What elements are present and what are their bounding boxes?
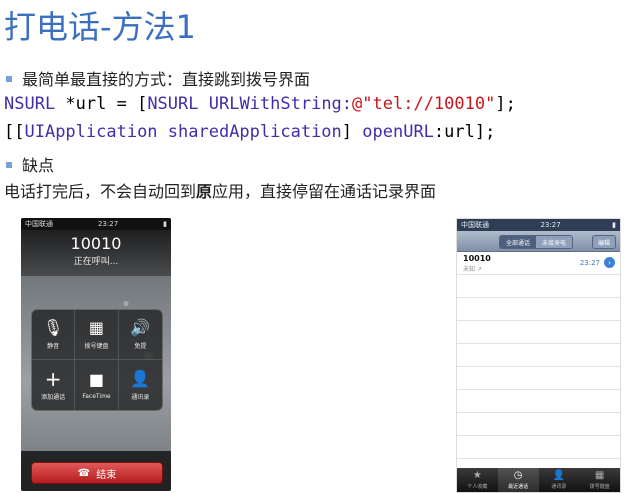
description-text: 应用，直接停留在通话记录界面 bbox=[212, 182, 437, 201]
status-bar: 中国联通 23:27 ▮ bbox=[457, 219, 620, 231]
code-token: [[ bbox=[4, 122, 25, 142]
segment-all-calls[interactable]: 全部通话 bbox=[500, 236, 537, 248]
recents-nav-bar: 全部通话 未接来电 编辑 bbox=[457, 231, 620, 252]
bullet-text: 最简单最直接的方式：直接跳到拨号界面 bbox=[22, 70, 311, 89]
code-token: :url]; bbox=[433, 122, 496, 142]
slide-title: 打电话-方法1 bbox=[4, 8, 196, 46]
code-token: openURL bbox=[362, 122, 434, 142]
call-number: 10010 bbox=[70, 234, 122, 253]
outgoing-call-icon: ↗ bbox=[476, 266, 482, 273]
recent-call-time: 23:27 bbox=[579, 259, 600, 267]
end-call-button[interactable]: ☎ 结束 bbox=[31, 462, 163, 484]
keypad-button[interactable]: ▦ 拨号键盘 bbox=[75, 310, 119, 360]
bullet-drawback: 缺点 bbox=[6, 152, 54, 176]
recent-call-row[interactable]: 10010 未知 ↗ 23:27 › bbox=[457, 252, 620, 275]
description-text: 电话打完后，不会自动回到 bbox=[4, 182, 197, 201]
empty-row bbox=[457, 436, 620, 459]
code-token: NSURL bbox=[4, 94, 56, 114]
code-token: ]; bbox=[495, 94, 516, 114]
status-time: 23:27 bbox=[97, 220, 119, 228]
phone-hangup-icon: ☎ bbox=[77, 467, 91, 479]
speaker-icon: 🔊 bbox=[130, 318, 151, 337]
contacts-icon: 👤 bbox=[130, 368, 151, 388]
empty-row bbox=[457, 298, 620, 321]
call-status: 正在呼叫... bbox=[73, 257, 119, 267]
facetime-button[interactable]: ■ FaceTime bbox=[75, 360, 119, 410]
code-token: @ bbox=[352, 94, 363, 114]
code-token: sharedApplication bbox=[157, 122, 342, 142]
code-token: ] bbox=[341, 122, 363, 142]
code-line-2: [[UIApplication sharedApplication] openU… bbox=[4, 122, 495, 142]
speaker-button[interactable]: 🔊 免提 bbox=[118, 310, 162, 360]
end-call-label: 结束 bbox=[96, 469, 117, 481]
tab-contacts[interactable]: 👤 通讯录 bbox=[539, 468, 580, 492]
empty-row bbox=[457, 390, 620, 413]
code-token: NSURL bbox=[147, 94, 199, 114]
tab-favorites[interactable]: ★ 个人收藏 bbox=[457, 468, 498, 492]
contacts-button[interactable]: 👤 通讯录 bbox=[119, 360, 162, 410]
tab-label: 拨号键盘 bbox=[589, 484, 610, 490]
empty-row bbox=[457, 344, 620, 367]
battery-icon: ▮ bbox=[612, 221, 616, 229]
description-bold: 原 bbox=[196, 182, 213, 201]
calling-screen: 中国联通 23:27 ▮ 10010 正在呼叫... 🎙 静音 ▦ 拨号键盘 🔊 免提… bbox=[21, 218, 171, 491]
key-label: 拨号键盘 bbox=[84, 343, 109, 350]
facetime-icon: ■ bbox=[88, 369, 105, 389]
call-controls: 🎙 静音 ▦ 拨号键盘 🔊 免提 + 添加通话 ■ FaceTime 👤 通讯录 bbox=[31, 309, 163, 411]
star-icon: ★ bbox=[472, 470, 482, 481]
segment-missed-calls[interactable]: 未接来电 bbox=[536, 236, 573, 248]
clock-icon: ◷ bbox=[513, 470, 523, 481]
detail-disclosure-icon[interactable]: › bbox=[604, 257, 615, 268]
code-string: "tel://10010" bbox=[362, 94, 496, 114]
carrier-label: 中国联通 bbox=[25, 220, 53, 228]
add-call-icon: + bbox=[44, 366, 62, 391]
bullet-simple-method: 最简单最直接的方式：直接跳到拨号界面 bbox=[6, 66, 310, 90]
person-icon: 👤 bbox=[552, 470, 566, 481]
recent-call-number: 10010 bbox=[463, 254, 491, 263]
key-label: 静音 bbox=[47, 343, 60, 350]
recents-screen: 中国联通 23:27 ▮ 全部通话 未接来电 编辑 10010 未知 ↗ 23:… bbox=[456, 218, 621, 493]
key-label: 添加通话 bbox=[41, 393, 66, 401]
empty-row bbox=[457, 413, 620, 436]
bullet-text: 缺点 bbox=[22, 156, 55, 175]
key-label: 免提 bbox=[134, 343, 147, 350]
empty-row bbox=[457, 321, 620, 344]
status-time: 23:27 bbox=[540, 221, 561, 229]
code-line-1: NSURL *url = [NSURL URLWithString:@"tel:… bbox=[4, 94, 516, 114]
end-call-bar: ☎ 结束 bbox=[21, 451, 171, 491]
empty-row bbox=[457, 367, 620, 390]
tab-label: 个人收藏 bbox=[467, 484, 488, 490]
add-call-button[interactable]: + 添加通话 bbox=[32, 360, 76, 410]
recent-call-type: 未知 ↗ bbox=[463, 266, 482, 273]
empty-row bbox=[457, 275, 620, 298]
code-token: *url = [ bbox=[55, 94, 148, 114]
status-bar: 中国联通 23:27 ▮ bbox=[21, 218, 171, 230]
code-token: UIApplication bbox=[24, 122, 158, 142]
battery-icon: ▮ bbox=[163, 220, 167, 228]
recents-segmented-control: 全部通话 未接来电 bbox=[499, 235, 574, 249]
drawback-description: 电话打完后，不会自动回到原应用，直接停留在通话记录界面 bbox=[4, 178, 436, 202]
bullet-marker bbox=[6, 161, 12, 168]
keypad-icon: ▦ bbox=[88, 318, 105, 337]
keypad-icon: ▦ bbox=[594, 470, 605, 481]
edit-button[interactable]: 编辑 bbox=[591, 235, 616, 249]
code-token: URLWithString: bbox=[198, 94, 353, 114]
tab-recents[interactable]: ◷ 最近通话 bbox=[497, 468, 539, 492]
tab-keypad[interactable]: ▦ 拨号键盘 bbox=[579, 468, 620, 492]
mute-button[interactable]: 🎙 静音 bbox=[32, 310, 76, 360]
key-label: 通讯录 bbox=[131, 393, 150, 401]
tab-bar: ★ 个人收藏 ◷ 最近通话 👤 通讯录 ▦ 拨号键盘 bbox=[457, 468, 620, 492]
carrier-label: 中国联通 bbox=[461, 221, 489, 229]
tab-label: 通讯录 bbox=[551, 484, 567, 490]
key-label: FaceTime bbox=[82, 392, 111, 400]
call-header: 10010 正在呼叫... bbox=[21, 230, 171, 276]
tab-label: 最近通话 bbox=[508, 484, 529, 490]
mic-mute-icon: 🎙 bbox=[43, 318, 64, 337]
bullet-marker bbox=[6, 75, 12, 82]
